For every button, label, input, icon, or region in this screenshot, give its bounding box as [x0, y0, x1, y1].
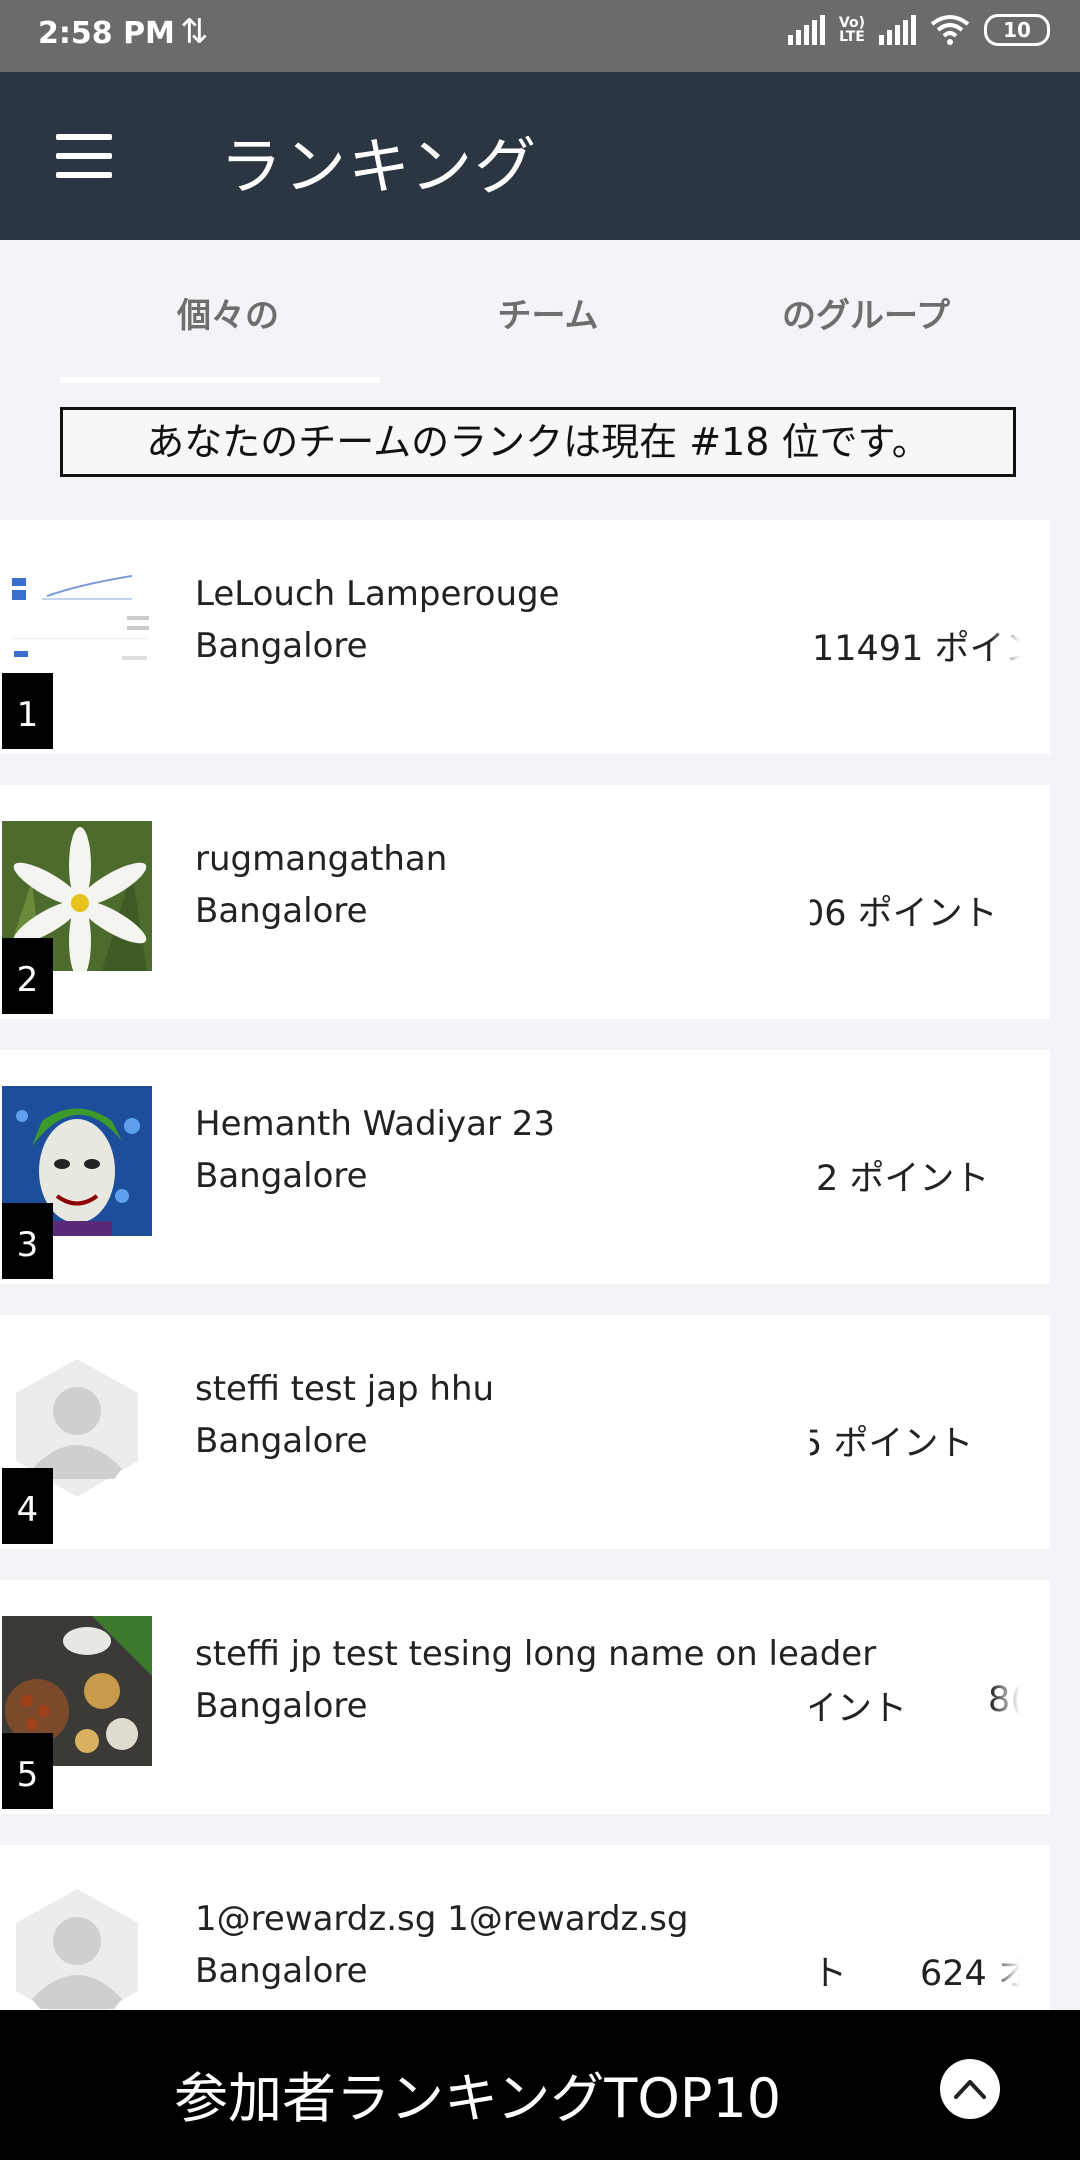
participant-name: 1@rewardz.sg 1@rewardz.sg [195, 1899, 689, 1939]
list-item[interactable]: 4 steffi test jap hhu Bangalore 5 ポイント [0, 1315, 1050, 1549]
status-time: 2:58 PM [38, 16, 175, 51]
participant-points: イント 8( [810, 1680, 1020, 1736]
rank-badge: 2 [2, 938, 53, 1014]
participant-points: 5 ポイント [810, 1415, 1020, 1471]
hamburger-menu-icon[interactable] [56, 134, 112, 180]
participant-city: Bangalore [195, 1686, 368, 1726]
tab-team[interactable]: チーム [388, 288, 708, 337]
tab-individual[interactable]: 個々の [68, 288, 388, 337]
rank-badge: 3 [2, 1203, 53, 1279]
signal-icon [787, 15, 825, 45]
page-title: ランキング [220, 130, 539, 203]
status-bar: 2:58 PM ⇅ Vo) LTE 10 [0, 0, 1080, 72]
volte-icon: Vo) LTE [838, 15, 865, 45]
points-text: 5 ポイント [810, 1424, 974, 1464]
top10-ranking-title: 参加者ランキングTOP10 [174, 2067, 782, 2130]
participant-points: 06 ポイント [810, 885, 1020, 941]
participant-city: Bangalore [195, 1421, 368, 1461]
points-text: イント [810, 1689, 908, 1729]
chevron-up-icon[interactable] [940, 2059, 1000, 2119]
rank-badge: 5 [2, 1733, 53, 1809]
tab-group[interactable]: のグループ [706, 288, 1026, 337]
status-icons: Vo) LTE 10 [787, 14, 1050, 46]
wifi-icon [930, 15, 970, 45]
participant-name: steffi jp test tesing long name on leade… [195, 1634, 877, 1674]
bottom-bar[interactable]: 参加者ランキングTOP10 [0, 2010, 1080, 2160]
participant-name: rugmangathan [195, 839, 448, 879]
points-text: 11491 ポイン [812, 629, 1020, 669]
participant-name: Hemanth Wadiyar 23 [195, 1104, 555, 1144]
points-text: ト [812, 1954, 848, 1994]
data-transfer-icon: ⇅ [180, 12, 209, 52]
participant-city: Bangalore [195, 1951, 368, 1991]
battery-icon: 10 [984, 14, 1050, 46]
signal-icon [879, 15, 916, 45]
active-tab-indicator [60, 377, 380, 383]
list-item[interactable]: 3 Hemanth Wadiyar 23 Bangalore 2 ポイント [0, 1050, 1050, 1284]
list-item[interactable]: 5 steffi jp test tesing long name on lea… [0, 1580, 1050, 1814]
app-bar: ランキング [0, 72, 1080, 240]
list-item[interactable]: 2 rugmangathan Bangalore 06 ポイント [0, 785, 1050, 1019]
points-text: 2 ポイント [816, 1159, 990, 1199]
leaderboard-list[interactable]: 1 LeLouch Lamperouge Bangalore 11491 ポイン [0, 520, 1050, 2110]
participant-name: LeLouch Lamperouge [195, 574, 560, 614]
tab-bar: 個々の チーム のグループ [0, 240, 1080, 383]
default-avatar-icon [2, 1881, 152, 2031]
participant-points: 2 ポイント [810, 1150, 1020, 1206]
list-item[interactable]: 1 LeLouch Lamperouge Bangalore 11491 ポイン [0, 520, 1050, 754]
participant-city: Bangalore [195, 626, 368, 666]
participant-points: ト 624 オ [810, 1945, 1020, 2001]
participant-name: steffi test jap hhu [195, 1369, 495, 1409]
participant-city: Bangalore [195, 1156, 368, 1196]
participant-city: Bangalore [195, 891, 368, 931]
rank-badge: 1 [2, 673, 53, 749]
team-rank-notice: あなたのチームのランクは現在 #18 位です。 [60, 407, 1016, 477]
points-text: 06 ポイント [810, 894, 998, 934]
rank-badge: 4 [2, 1468, 53, 1544]
participant-points: 11491 ポイン [810, 620, 1020, 676]
